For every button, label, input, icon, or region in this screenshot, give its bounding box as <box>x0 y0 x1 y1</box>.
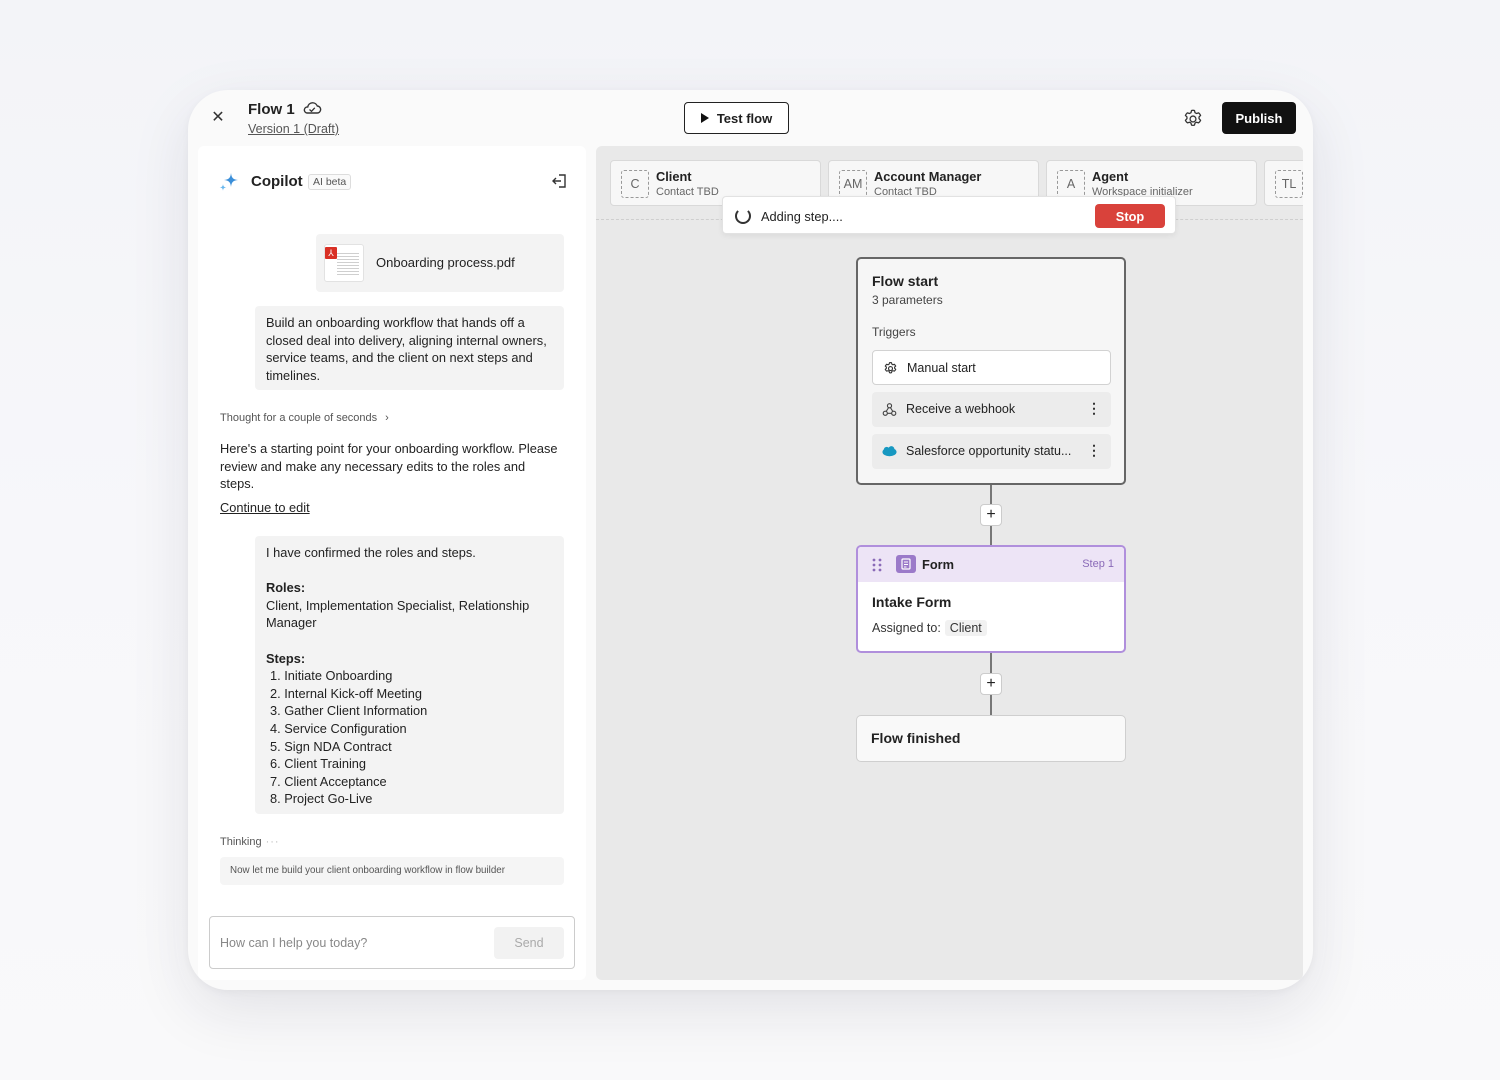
gear-icon[interactable] <box>1182 108 1204 130</box>
form-icon <box>896 555 916 573</box>
attachment-card[interactable]: ⅄ Onboarding process.pdf <box>316 234 564 292</box>
copilot-panel: Copilot AI beta ⅄ Onboarding process.pdf… <box>198 146 586 980</box>
ai-beta-badge: AI beta <box>308 174 352 190</box>
trigger-manual-start[interactable]: Manual start <box>872 350 1111 385</box>
triggers-label: Triggers <box>872 325 916 339</box>
play-icon <box>700 113 709 123</box>
app-window: ✕ Flow 1 Version 1 (Draft) Test flow Pub… <box>188 90 1313 990</box>
adding-step-text: Adding step.... <box>761 209 843 224</box>
send-button[interactable]: Send <box>494 927 564 959</box>
thinking-label: Thinking <box>220 836 262 848</box>
form-step-node[interactable]: Form Step 1 Intake Form Assigned to: Clie… <box>856 545 1126 653</box>
assignee-chip: Client <box>944 620 987 636</box>
thought-label: Thought for a couple of seconds <box>220 412 378 424</box>
kebab-icon[interactable]: ⋮ <box>1087 400 1101 417</box>
flow-start-title: Flow start <box>872 273 939 289</box>
webhook-icon <box>882 403 897 416</box>
assignment: Assigned to: Client <box>872 620 987 636</box>
list-item: 5. Sign NDA Contract <box>270 738 392 754</box>
chat-input-placeholder: How can I help you today? <box>220 936 368 950</box>
cloud-icon <box>303 102 322 114</box>
list-item: 8. Project Go-Live <box>270 791 373 807</box>
list-item: 3. Gather Client Information <box>270 703 428 719</box>
sparkle-icon <box>219 173 238 191</box>
chat-input[interactable]: How can I help you today? Send <box>209 916 575 969</box>
test-flow-button[interactable]: Test flow <box>684 102 789 134</box>
assistant-message: Here's a starting point for your onboard… <box>220 441 558 492</box>
list-item: 1. Initiate Onboarding <box>270 668 393 684</box>
trigger-webhook[interactable]: Receive a webhook ⋮ <box>872 392 1111 427</box>
steps-heading: Steps: <box>266 650 306 666</box>
flow-start-node[interactable]: Flow start 3 parameters Triggers Manual … <box>856 257 1126 485</box>
step-number: Step 1 <box>1082 558 1114 570</box>
drag-handle-icon[interactable] <box>872 558 882 572</box>
role-avatar: C <box>621 170 649 198</box>
trigger-salesforce[interactable]: Salesforce opportunity statu... ⋮ <box>872 434 1111 469</box>
flow-title: Flow 1 <box>248 101 295 118</box>
roles-heading: Roles: <box>266 580 306 596</box>
form-step-header: Form Step 1 <box>858 547 1124 582</box>
test-flow-label: Test flow <box>716 110 773 126</box>
role-avatar: TL <box>1275 170 1303 198</box>
steps-list: 1. Initiate Onboarding 2. Internal Kick-… <box>266 667 553 808</box>
user-message: Build an onboarding workflow that hands … <box>255 306 564 390</box>
trigger-label: Receive a webhook <box>906 402 1016 416</box>
list-item: 2. Internal Kick-off Meeting <box>270 685 422 701</box>
add-step-button[interactable]: + <box>980 504 1002 526</box>
thinking-indicator: Thinking ··· <box>220 836 280 848</box>
adding-step-toast: Adding step.... Stop <box>722 196 1176 234</box>
form-type-label: Form <box>922 557 954 572</box>
roles-list: Client, Implementation Specialist, Relat… <box>266 597 530 631</box>
role-name: Agent <box>1092 169 1129 184</box>
copilot-title: Copilot <box>251 173 303 190</box>
flow-finished-node[interactable]: Flow finished <box>856 715 1126 762</box>
user-message-confirm: I have confirmed the roles and steps. Ro… <box>255 536 564 814</box>
version-link[interactable]: Version 1 (Draft) <box>248 122 339 136</box>
continue-to-edit-link[interactable]: Continue to edit <box>220 500 310 515</box>
list-item: 4. Service Configuration <box>270 720 407 736</box>
publish-button[interactable]: Publish <box>1222 102 1296 134</box>
gear-icon <box>884 361 897 374</box>
confirm-intro: I have confirmed the roles and steps. <box>266 545 476 560</box>
role-card-tl[interactable]: TL <box>1264 160 1303 206</box>
flow-finished-title: Flow finished <box>871 730 961 746</box>
list-item: 6. Client Training <box>270 756 367 772</box>
trigger-label: Manual start <box>907 361 976 375</box>
role-avatar: AM <box>839 170 867 198</box>
close-icon[interactable]: ✕ <box>208 108 228 128</box>
role-name: Client <box>656 169 692 184</box>
trigger-label: Salesforce opportunity statu... <box>906 444 1072 458</box>
collapse-panel-icon[interactable] <box>550 172 568 190</box>
thinking-dots: ··· <box>265 836 280 848</box>
flow-canvas[interactable]: C Client Contact TBD AM Account Manager … <box>596 146 1303 980</box>
role-avatar: A <box>1057 170 1085 198</box>
spinner-icon <box>735 208 751 224</box>
attachment-name: Onboarding process.pdf <box>376 255 515 270</box>
flow-start-params: 3 parameters <box>872 293 943 307</box>
form-title: Intake Form <box>872 594 952 610</box>
role-contact: Contact TBD <box>656 186 719 198</box>
thought-toggle[interactable]: Thought for a couple of seconds › <box>220 412 389 424</box>
thinking-text: Now let me build your client onboarding … <box>220 857 564 885</box>
chevron-right-icon: › <box>385 412 389 424</box>
role-name: Account Manager <box>874 169 982 184</box>
kebab-icon[interactable]: ⋮ <box>1087 442 1101 459</box>
salesforce-icon <box>882 446 897 457</box>
stop-button[interactable]: Stop <box>1095 204 1165 228</box>
list-item: 7. Client Acceptance <box>270 773 387 789</box>
pdf-icon: ⅄ <box>324 244 364 282</box>
assigned-label: Assigned to: <box>872 621 941 635</box>
add-step-button[interactable]: + <box>980 673 1002 695</box>
